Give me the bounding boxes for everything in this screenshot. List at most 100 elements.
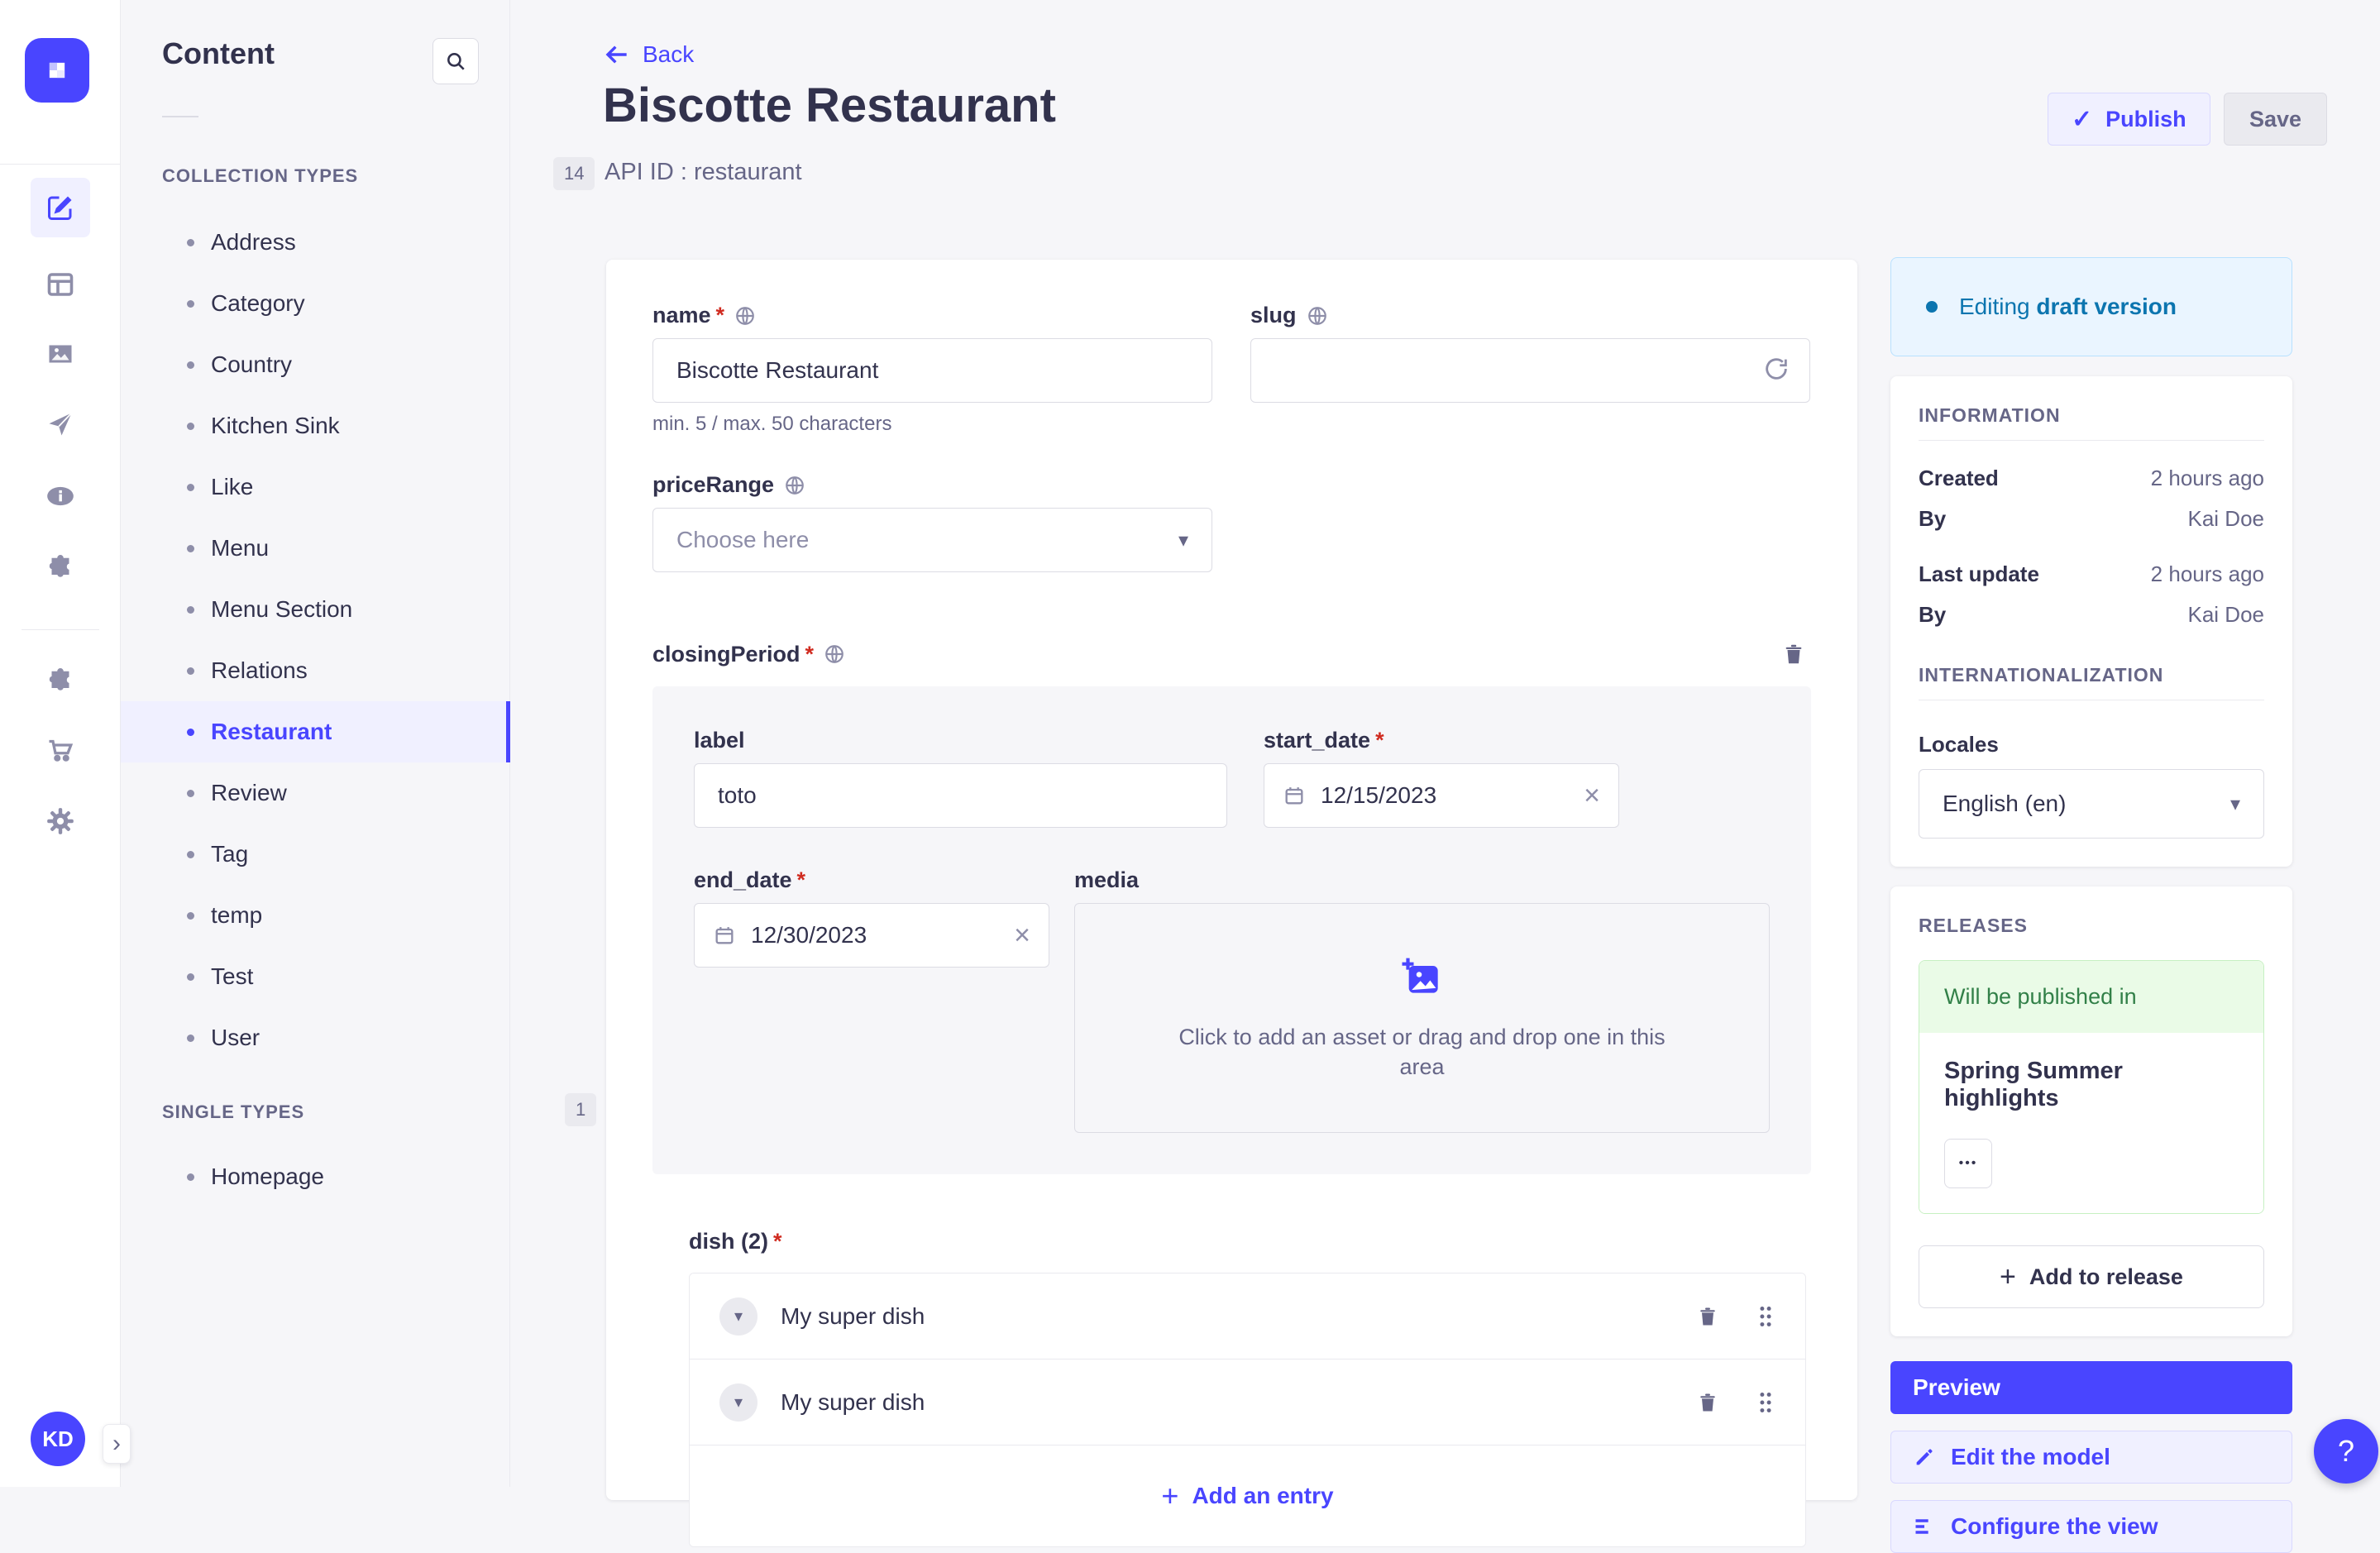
purchase-icon[interactable] [31,720,90,780]
slug-field: slug [1250,303,1810,436]
marketplace-icon[interactable] [31,651,90,710]
sidebar-item-homepage[interactable]: Homepage [121,1146,510,1207]
label-field: label [694,728,1227,828]
name-input[interactable] [652,338,1212,403]
delete-component-button[interactable] [1776,637,1811,671]
dish-field: dish (2)* ▾ My super dish [689,1229,1806,1547]
status-dot-icon [1926,301,1938,313]
sidebar-item-kitchen-sink[interactable]: Kitchen Sink [121,395,510,456]
start-date-input[interactable]: 12/15/2023 × [1264,763,1619,828]
end-date-value: 12/30/2023 [751,922,867,949]
globe-icon [1307,305,1328,327]
bullet-icon [187,606,194,614]
settings-icon[interactable] [31,791,90,851]
sidebar-item-restaurant[interactable]: Restaurant [121,701,510,762]
information-icon[interactable] [31,466,90,526]
layout-icon[interactable] [31,255,90,314]
name-hint: min. 5 / max. 50 characters [652,413,1212,436]
regenerate-icon[interactable] [1762,355,1790,383]
sidebar-item-address[interactable]: Address [121,212,510,273]
collection-types-header: COLLECTION TYPES [162,165,358,187]
accordion-toggle-button[interactable]: ▾ [719,1383,757,1422]
slug-input[interactable] [1250,338,1810,403]
help-button[interactable]: ? [2314,1419,2378,1484]
publish-label: Publish [2105,107,2186,132]
sidebar-item-label: Relations [211,657,308,684]
dropzone-text: Click to add an asset or drag and drop o… [1172,1022,1671,1082]
search-icon [445,50,466,72]
dish-label: dish (2)* [689,1229,1806,1254]
preview-button[interactable]: Preview [1890,1361,2292,1414]
sidebar-item-category[interactable]: Category [121,273,510,334]
sidebar-item-like[interactable]: Like [121,456,510,518]
publish-button[interactable]: ✓ Publish [2048,93,2210,146]
sidebar-item-label: Category [211,290,305,317]
sidebar-item-label: User [211,1025,260,1051]
sidebar-item-relations[interactable]: Relations [121,640,510,701]
dish-entry-title: My super dish [781,1303,925,1330]
save-button[interactable]: Save [2224,93,2327,146]
drag-dots-icon [1756,1390,1775,1415]
bullet-icon [187,667,194,675]
clear-date-icon[interactable]: × [1014,921,1030,949]
clear-date-icon[interactable]: × [1584,781,1600,810]
info-row-created-by: ByKai Doe [1919,506,2264,532]
name-label: name* [652,303,1212,328]
check-icon: ✓ [2072,105,2092,134]
sidebar-item-label: temp [211,902,262,929]
dish-entry-row: ▾ My super dish [690,1273,1805,1359]
refresh-icon [1762,355,1790,383]
subnav-divider [162,116,198,117]
add-entry-button[interactable]: + Add an entry [690,1445,1805,1546]
trash-icon [1696,1305,1719,1328]
plugins-icon[interactable] [31,538,90,597]
back-label: Back [643,41,694,68]
label-input[interactable] [694,763,1227,828]
sidebar-item-country[interactable]: Country [121,334,510,395]
edit-model-button[interactable]: Edit the model [1890,1431,2292,1484]
cart-icon [45,735,75,765]
sidebar-item-temp[interactable]: temp [121,885,510,946]
send-icon[interactable] [31,394,90,454]
sidebar-item-label: Like [211,474,253,500]
sidebar-item-menu-section[interactable]: Menu Section [121,579,510,640]
end-date-input[interactable]: 12/30/2023 × [694,903,1049,968]
select-placeholder: Choose here [676,527,809,553]
content-manager-icon[interactable] [31,178,90,237]
expand-nav-button[interactable]: › [103,1424,131,1464]
bullet-icon [187,484,194,491]
collection-types-list: Address Category Country Kitchen Sink Li… [121,212,510,1068]
user-avatar[interactable]: KD [31,1412,85,1466]
add-to-release-button[interactable]: + Add to release [1919,1245,2264,1308]
sidebar-item-review[interactable]: Review [121,762,510,824]
preview-label: Preview [1913,1374,2000,1401]
media-library-icon[interactable] [31,324,90,384]
sidebar-item-tag[interactable]: Tag [121,824,510,885]
draft-version-banner: Editing draft version [1890,257,2292,356]
back-link[interactable]: Back [605,41,694,68]
drag-handle[interactable] [1756,1390,1775,1415]
bullet-icon [187,423,194,430]
closing-period-panel: label start_date* 12/15/2023 × e [652,686,1811,1174]
search-button[interactable] [433,38,479,84]
drag-handle[interactable] [1756,1304,1775,1329]
configure-view-button[interactable]: Configure the view [1890,1500,2292,1553]
strapi-logo-icon [39,52,75,88]
media-dropzone[interactable]: Click to add an asset or drag and drop o… [1074,903,1770,1133]
sidebar-item-test[interactable]: Test [121,946,510,1007]
sidebar-item-menu[interactable]: Menu [121,518,510,579]
info-row-updated-by: ByKai Doe [1919,602,2264,628]
delete-entry-button[interactable] [1691,1300,1724,1333]
strapi-logo[interactable] [25,38,89,103]
release-more-button[interactable]: ••• [1944,1139,1992,1188]
bullet-icon [187,239,194,246]
releases-title: RELEASES [1919,915,2264,937]
plus-icon: + [2000,1261,2016,1293]
price-range-label: priceRange [652,472,1212,498]
delete-entry-button[interactable] [1691,1386,1724,1419]
price-range-select[interactable]: Choose here ▾ [652,508,1212,572]
accordion-toggle-button[interactable]: ▾ [719,1297,757,1336]
locale-select[interactable]: English (en) ▾ [1919,769,2264,839]
sidebar-item-user[interactable]: User [121,1007,510,1068]
start-date-label: start_date* [1264,728,1619,753]
